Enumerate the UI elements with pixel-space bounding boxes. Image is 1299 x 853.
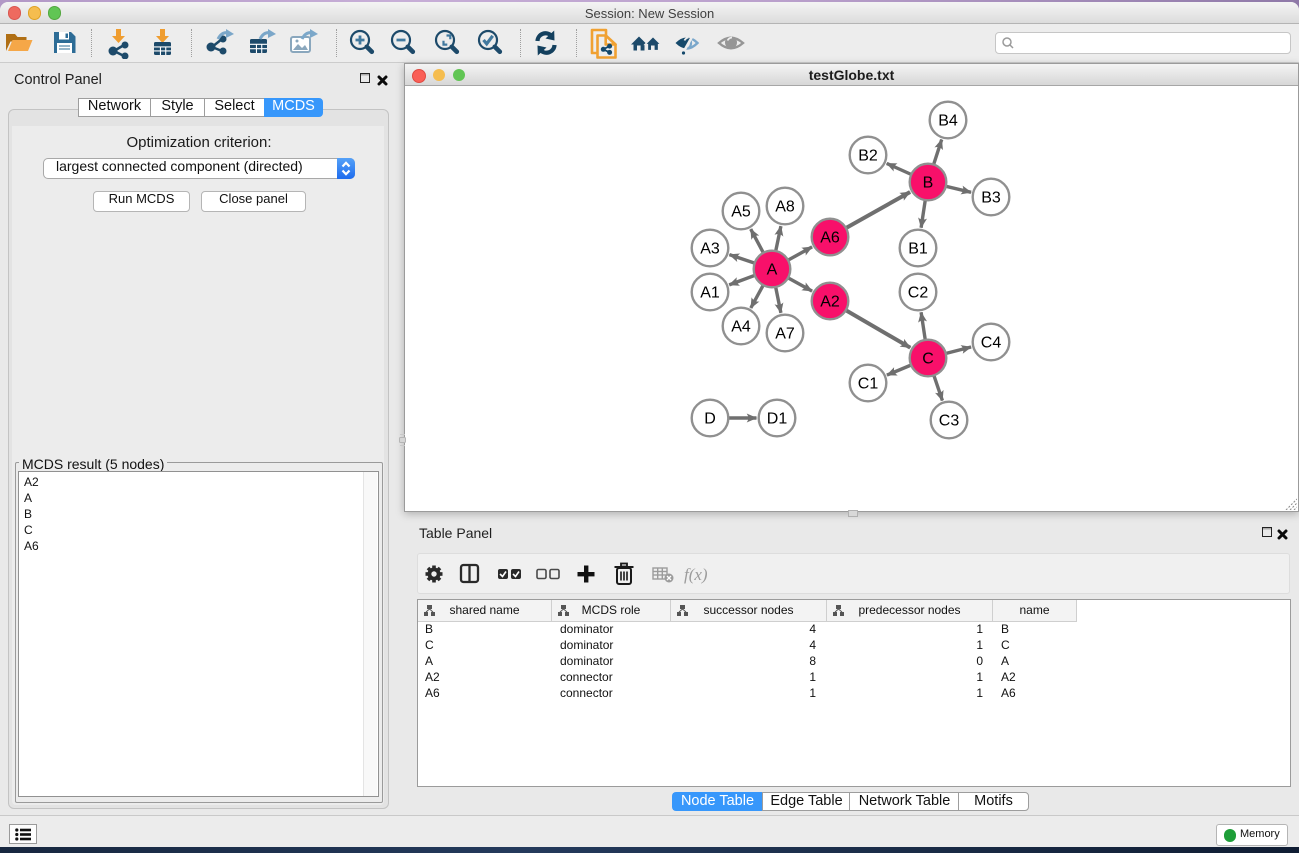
svg-text:A5: A5 xyxy=(731,204,751,221)
svg-text:B: B xyxy=(923,175,934,192)
svg-text:A6: A6 xyxy=(820,230,840,247)
svg-text:A7: A7 xyxy=(775,326,795,343)
svg-text:A1: A1 xyxy=(700,285,720,302)
svg-text:B2: B2 xyxy=(858,148,878,165)
svg-text:B4: B4 xyxy=(938,113,958,130)
svg-text:D1: D1 xyxy=(767,411,788,428)
svg-text:B1: B1 xyxy=(908,241,928,258)
svg-text:A2: A2 xyxy=(820,294,840,311)
svg-text:C: C xyxy=(922,351,934,368)
svg-text:C3: C3 xyxy=(939,413,960,430)
svg-text:C1: C1 xyxy=(858,376,879,393)
svg-text:B3: B3 xyxy=(981,190,1001,207)
svg-text:A3: A3 xyxy=(700,241,720,258)
svg-text:C4: C4 xyxy=(981,335,1002,352)
svg-text:A: A xyxy=(767,262,778,279)
svg-text:D: D xyxy=(704,411,716,428)
svg-text:C2: C2 xyxy=(908,285,929,302)
svg-text:A8: A8 xyxy=(775,199,795,216)
svg-text:A4: A4 xyxy=(731,319,751,336)
svg-text:f(x): f(x) xyxy=(684,565,708,584)
